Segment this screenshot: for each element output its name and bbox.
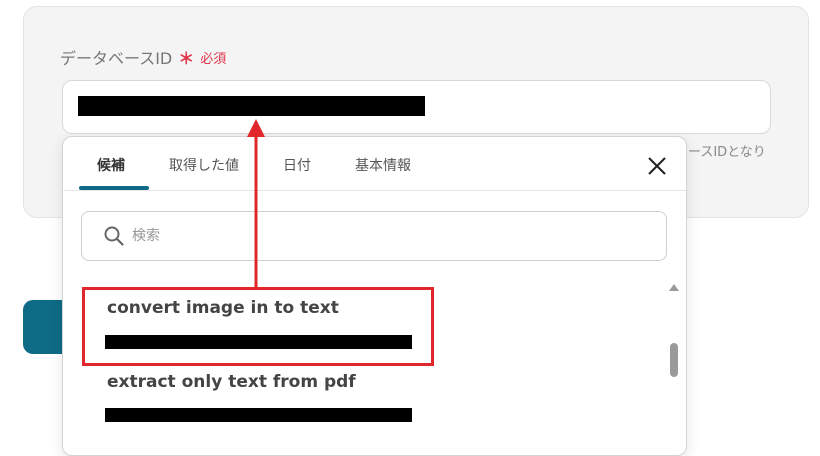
annotation-arrow xyxy=(247,119,265,288)
